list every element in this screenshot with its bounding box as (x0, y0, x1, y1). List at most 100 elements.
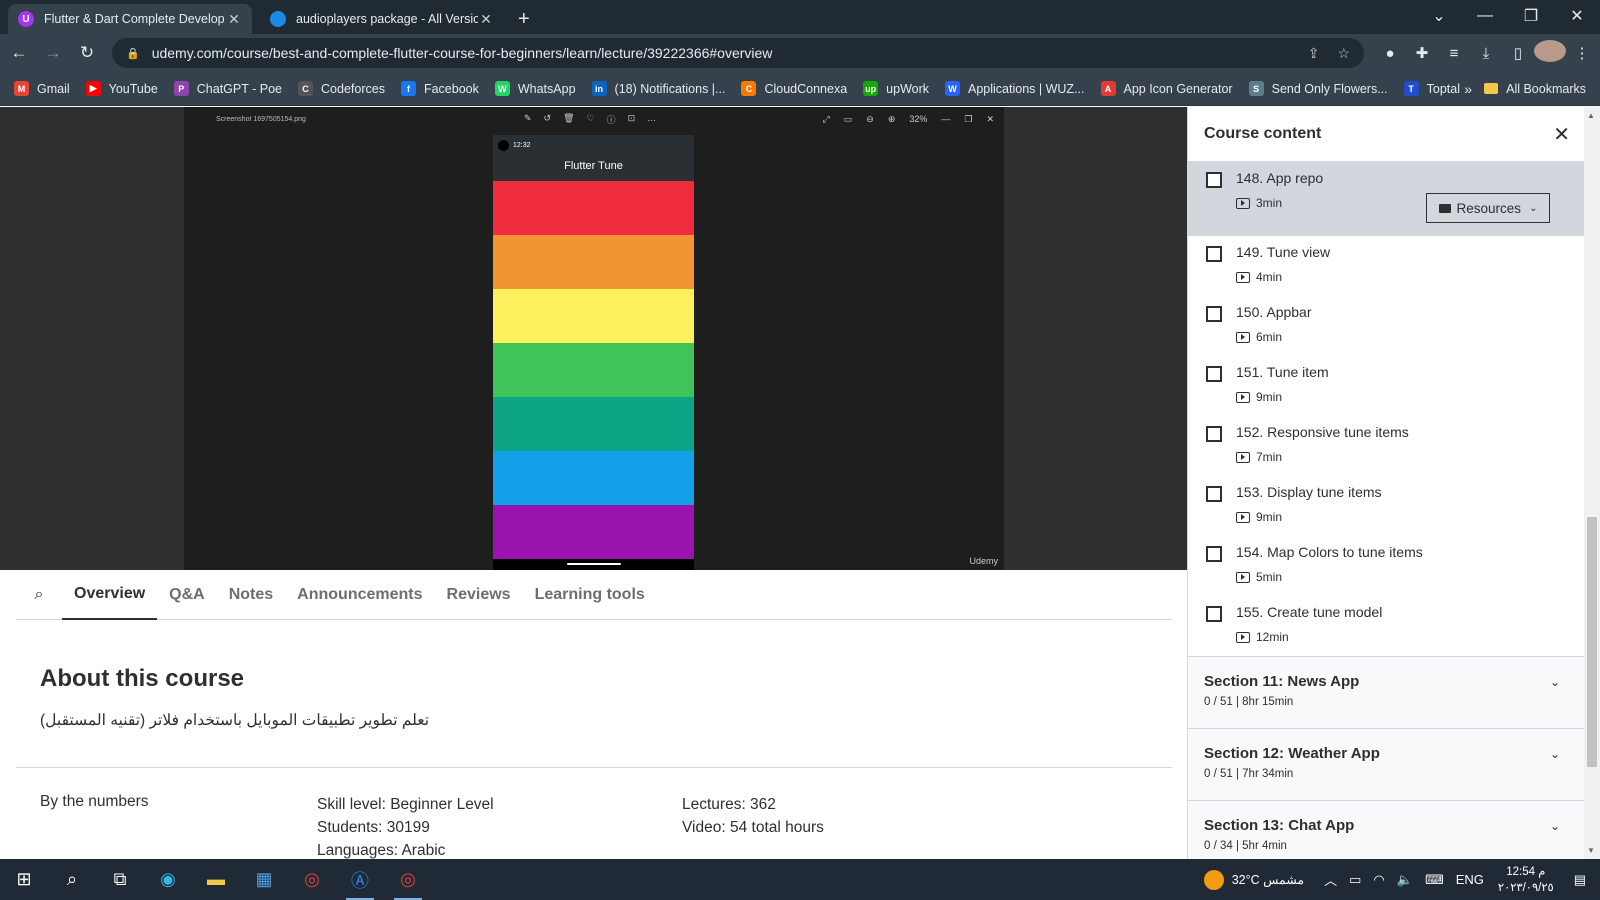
bookmark-item[interactable]: A App Icon Generator (1100, 81, 1233, 96)
tab-search-icon[interactable]: ⌄ (1416, 0, 1462, 32)
tab-learning-tools[interactable]: Learning tools (523, 570, 657, 620)
keyboard-icon[interactable]: ⌨ (1425, 872, 1444, 888)
udemy-favicon-icon: U (18, 11, 34, 27)
browser-tab-udemy[interactable]: U Flutter & Dart Complete Develop ✕ (8, 4, 252, 34)
profile-avatar[interactable] (1534, 40, 1566, 66)
back-button[interactable]: ← (4, 43, 34, 63)
bookmark-star-icon[interactable]: ☆ (1337, 45, 1350, 62)
chevron-down-icon[interactable]: ⌄ (1550, 747, 1560, 761)
bookmark-item[interactable]: S Send Only Flowers... (1248, 81, 1388, 96)
lecture-item[interactable]: 150. Appbar 6min (1188, 296, 1600, 356)
lecture-checkbox[interactable] (1206, 246, 1222, 262)
notifications-icon[interactable]: ▤ (1574, 872, 1586, 888)
lecture-checkbox[interactable] (1206, 426, 1222, 442)
forward-button[interactable]: → (38, 43, 68, 63)
share-icon[interactable]: ⇪ (1308, 45, 1320, 62)
resources-button[interactable]: Resources ⌄ (1426, 193, 1550, 223)
address-bar[interactable]: 🔒 udemy.com/course/best-and-complete-flu… (112, 38, 1364, 68)
lock-icon[interactable]: 🔒 (126, 47, 140, 60)
video-icon (1236, 197, 1250, 209)
bookmark-item[interactable]: W Applications | WUZ... (945, 81, 1085, 96)
file-explorer-icon[interactable]: ▬ (192, 859, 240, 900)
section-item[interactable]: Section 11: News App 0 / 51 | 8hr 15min ⌄ (1188, 656, 1600, 728)
bookmark-item[interactable]: up upWork (863, 81, 929, 96)
bookmark-item[interactable]: C CloudConnexa (741, 81, 847, 96)
window-controls: ⌄ — ❐ ✕ (1416, 0, 1600, 32)
close-tab-icon[interactable]: ✕ (478, 11, 494, 28)
extensions-puzzle-icon[interactable]: ✚ (1406, 44, 1438, 62)
lecture-item[interactable]: 155. Create tune model 12min (1188, 596, 1600, 656)
lecture-item[interactable]: 154. Map Colors to tune items 5min (1188, 536, 1600, 596)
bookmark-item[interactable]: f Facebook (400, 81, 479, 96)
volume-icon[interactable]: 🔈 (1397, 872, 1413, 888)
bookmark-favicon-icon: W (494, 81, 510, 96)
bookmark-item[interactable]: W WhatsApp (494, 81, 576, 96)
start-icon[interactable]: ⊞ (0, 859, 48, 900)
lecture-checkbox[interactable] (1206, 172, 1222, 188)
scroll-up-icon[interactable]: ▲ (1587, 111, 1595, 120)
extension-icon[interactable]: ● (1374, 45, 1406, 62)
bookmark-item[interactable]: ▶ YouTube (85, 81, 158, 96)
app-store-icon[interactable]: Ⓐ (336, 859, 384, 900)
tab-reviews[interactable]: Reviews (435, 570, 523, 620)
restore-button[interactable]: ❐ (1508, 0, 1554, 32)
battery-icon[interactable]: ▭ (1349, 872, 1361, 888)
weather-text[interactable]: 32°C مشمس (1232, 872, 1304, 887)
lecture-item[interactable]: 152. Responsive tune items 7min (1188, 416, 1600, 476)
chevron-down-icon[interactable]: ⌄ (1550, 819, 1560, 833)
lecture-item[interactable]: 151. Tune item 9min (1188, 356, 1600, 416)
bookmark-item[interactable]: C Codeforces (298, 81, 385, 96)
store-icon[interactable]: ▦ (240, 859, 288, 900)
scroll-down-icon[interactable]: ▼ (1587, 846, 1595, 855)
section-item[interactable]: Section 12: Weather App 0 / 51 | 7hr 34mi… (1188, 728, 1600, 800)
bookmark-item[interactable]: P ChatGPT - Poe (173, 81, 282, 96)
bookmark-item[interactable]: M Gmail (14, 81, 70, 96)
lecture-checkbox[interactable] (1206, 306, 1222, 322)
tab-qa[interactable]: Q&A (157, 570, 217, 620)
language-indicator[interactable]: ENG (1456, 872, 1484, 887)
video-player[interactable]: Screenshot 1697505154.png ✎ ↺ 🗑 ♡ ⓘ ⊡ … … (0, 107, 1187, 570)
edge-icon[interactable]: ◉ (144, 859, 192, 900)
minimize-button[interactable]: — (1462, 0, 1508, 32)
close-sidebar-icon[interactable]: ✕ (1553, 122, 1570, 147)
lecture-item[interactable]: 149. Tune view 4min (1188, 236, 1600, 296)
tab-notes[interactable]: Notes (217, 570, 285, 620)
bookmarks-overflow-button[interactable]: » (1464, 81, 1472, 97)
lecture-checkbox[interactable] (1206, 366, 1222, 382)
bookmark-item[interactable]: in (18) Notifications |... (591, 81, 725, 96)
search-icon[interactable]: ⌕ (48, 859, 96, 900)
rotate-icon: ↺ (543, 112, 552, 123)
downloads-icon[interactable]: ⤓ (1470, 45, 1502, 62)
wifi-icon[interactable]: ◠ (1373, 872, 1384, 888)
new-tab-button[interactable]: + (518, 4, 530, 34)
side-panel-icon[interactable]: ▯ (1502, 44, 1534, 62)
lecture-checkbox[interactable] (1206, 606, 1222, 622)
media-control-icon[interactable]: ≡ (1438, 45, 1470, 62)
search-icon[interactable]: ⌕ (16, 586, 62, 604)
zoom-in-icon: ⊕ (887, 113, 896, 124)
section-item[interactable]: Section 13: Chat App 0 / 34 | 5hr 4min ⌄ (1188, 800, 1600, 859)
task-view-icon[interactable]: ⧉ (96, 859, 144, 900)
chrome-profile-icon[interactable]: ◎ (384, 859, 432, 900)
lecture-item[interactable]: 148. App repo 3min Resources ⌄ (1188, 162, 1600, 236)
tab-announcements[interactable]: Announcements (285, 570, 434, 620)
bookmark-item[interactable]: T Toptal (1403, 81, 1460, 96)
close-tab-icon[interactable]: ✕ (226, 11, 242, 28)
scrollbar-thumb[interactable] (1587, 517, 1597, 767)
browser-tab-audioplayers[interactable]: audioplayers package - All Versio ✕ (260, 4, 504, 34)
chevron-down-icon[interactable]: ⌄ (1550, 675, 1560, 689)
chrome-icon[interactable]: ◎ (288, 859, 336, 900)
tray-overflow-icon[interactable]: ︿ (1324, 870, 1337, 889)
lecture-checkbox[interactable] (1206, 546, 1222, 562)
menu-kebab-icon[interactable]: ⋮ (1566, 44, 1598, 62)
tab-overview[interactable]: Overview (62, 570, 158, 620)
clock[interactable]: 12:54 م ٢٠٢٣/٠٩/٢٥ (1498, 864, 1554, 896)
reload-button[interactable]: ↻ (72, 43, 102, 63)
all-bookmarks-button[interactable]: All Bookmarks (1484, 82, 1586, 96)
lecture-item[interactable]: 153. Display tune items 9min (1188, 476, 1600, 536)
lecture-checkbox[interactable] (1206, 486, 1222, 502)
close-window-button[interactable]: ✕ (1554, 0, 1600, 32)
course-description: تعلم تطوير تطبيقات الموبايل باستخدام فلا… (40, 712, 430, 729)
weather-sun-icon[interactable] (1203, 869, 1224, 890)
sidebar-scrollbar[interactable]: ▲ ▼ (1584, 107, 1600, 859)
